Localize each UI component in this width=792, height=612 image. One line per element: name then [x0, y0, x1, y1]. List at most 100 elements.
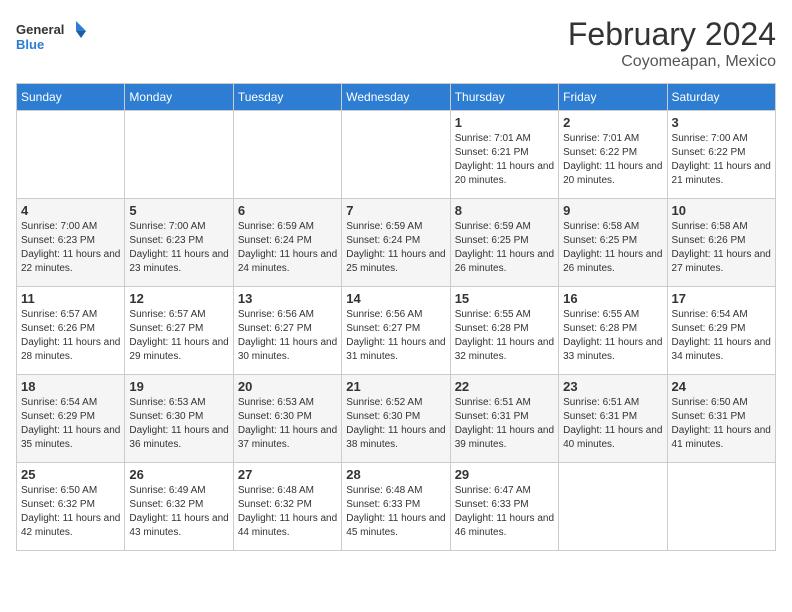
day-number: 16: [563, 291, 662, 306]
calendar-cell: 9 Sunrise: 6:58 AMSunset: 6:25 PMDaylight…: [559, 199, 667, 287]
calendar-cell: 6 Sunrise: 6:59 AMSunset: 6:24 PMDaylight…: [233, 199, 341, 287]
calendar-table: SundayMondayTuesdayWednesdayThursdayFrid…: [16, 83, 776, 551]
day-number: 11: [21, 291, 120, 306]
calendar-body: 1 Sunrise: 7:01 AMSunset: 6:21 PMDaylight…: [17, 111, 776, 551]
day-info: Sunrise: 7:00 AMSunset: 6:23 PMDaylight:…: [21, 220, 120, 276]
day-number: 18: [21, 379, 120, 394]
day-number: 27: [238, 467, 337, 482]
calendar-week-row: 18Sunrise: 6:54 AMSunset: 6:29 PMDayligh…: [17, 375, 776, 463]
day-number: 21: [346, 379, 445, 394]
header-cell-friday: Friday: [559, 84, 667, 111]
calendar-cell: 24 Sunrise: 6:50 AMSunset: 6:31 PMDayligh…: [667, 375, 775, 463]
calendar-cell: 7 Sunrise: 6:59 AMSunset: 6:24 PMDaylight…: [342, 199, 450, 287]
calendar-cell: 4 Sunrise: 7:00 AMSunset: 6:23 PMDaylight…: [17, 199, 125, 287]
day-number: 2: [563, 115, 662, 130]
calendar-week-row: 4 Sunrise: 7:00 AMSunset: 6:23 PMDaylight…: [17, 199, 776, 287]
day-info: Sunrise: 7:00 AMSunset: 6:23 PMDaylight:…: [129, 220, 228, 276]
day-number: 28: [346, 467, 445, 482]
day-info: Sunrise: 6:59 AMSunset: 6:25 PMDaylight:…: [455, 220, 554, 276]
header-cell-wednesday: Wednesday: [342, 84, 450, 111]
calendar-cell: 2Sunrise: 7:01 AMSunset: 6:22 PMDaylight…: [559, 111, 667, 199]
day-number: 26: [129, 467, 228, 482]
day-info: Sunrise: 6:49 AMSunset: 6:32 PMDaylight:…: [129, 484, 228, 540]
day-number: 8: [455, 203, 554, 218]
day-number: 19: [129, 379, 228, 394]
calendar-cell: [342, 111, 450, 199]
day-number: 1: [455, 115, 554, 130]
day-info: Sunrise: 6:59 AMSunset: 6:24 PMDaylight:…: [346, 220, 445, 276]
day-number: 15: [455, 291, 554, 306]
day-number: 6: [238, 203, 337, 218]
calendar-cell: 10 Sunrise: 6:58 AMSunset: 6:26 PMDayligh…: [667, 199, 775, 287]
calendar-cell: [17, 111, 125, 199]
day-info: Sunrise: 6:56 AMSunset: 6:27 PMDaylight:…: [238, 308, 337, 364]
calendar-week-row: 1 Sunrise: 7:01 AMSunset: 6:21 PMDaylight…: [17, 111, 776, 199]
calendar-cell: 14 Sunrise: 6:56 AMSunset: 6:27 PMDayligh…: [342, 287, 450, 375]
calendar-cell: 12 Sunrise: 6:57 AMSunset: 6:27 PMDayligh…: [125, 287, 233, 375]
day-info: Sunrise: 6:50 AMSunset: 6:32 PMDaylight:…: [21, 484, 120, 540]
day-info: Sunrise: 6:53 AMSunset: 6:30 PMDaylight:…: [129, 396, 228, 452]
day-number: 12: [129, 291, 228, 306]
logo: General Blue: [16, 16, 86, 56]
day-number: 9: [563, 203, 662, 218]
header-cell-monday: Monday: [125, 84, 233, 111]
day-info: Sunrise: 6:50 AMSunset: 6:31 PMDaylight:…: [672, 396, 771, 452]
svg-text:Blue: Blue: [16, 37, 44, 52]
calendar-cell: [559, 463, 667, 551]
calendar-cell: [233, 111, 341, 199]
header: General Blue February 2024 Coyomeapan, M…: [16, 16, 776, 71]
day-info: Sunrise: 6:57 AMSunset: 6:27 PMDaylight:…: [129, 308, 228, 364]
day-number: 5: [129, 203, 228, 218]
calendar-cell: 23Sunrise: 6:51 AMSunset: 6:31 PMDayligh…: [559, 375, 667, 463]
day-number: 7: [346, 203, 445, 218]
day-number: 23: [563, 379, 662, 394]
calendar-cell: 28Sunrise: 6:48 AMSunset: 6:33 PMDayligh…: [342, 463, 450, 551]
title-area: February 2024 Coyomeapan, Mexico: [568, 16, 776, 71]
calendar-cell: [125, 111, 233, 199]
calendar-cell: 15Sunrise: 6:55 AMSunset: 6:28 PMDayligh…: [450, 287, 558, 375]
logo-svg: General Blue: [16, 16, 86, 56]
month-title: February 2024: [568, 16, 776, 53]
day-number: 17: [672, 291, 771, 306]
day-info: Sunrise: 6:59 AMSunset: 6:24 PMDaylight:…: [238, 220, 337, 276]
calendar-cell: 29Sunrise: 6:47 AMSunset: 6:33 PMDayligh…: [450, 463, 558, 551]
calendar-cell: 17 Sunrise: 6:54 AMSunset: 6:29 PMDayligh…: [667, 287, 775, 375]
day-number: 3: [672, 115, 771, 130]
calendar-cell: 21 Sunrise: 6:52 AMSunset: 6:30 PMDayligh…: [342, 375, 450, 463]
day-info: Sunrise: 6:56 AMSunset: 6:27 PMDaylight:…: [346, 308, 445, 364]
svg-text:General: General: [16, 22, 64, 37]
day-number: 20: [238, 379, 337, 394]
day-number: 13: [238, 291, 337, 306]
day-number: 22: [455, 379, 554, 394]
day-number: 14: [346, 291, 445, 306]
day-info: Sunrise: 6:54 AMSunset: 6:29 PMDaylight:…: [672, 308, 771, 364]
calendar-week-row: 11 Sunrise: 6:57 AMSunset: 6:26 PMDayligh…: [17, 287, 776, 375]
header-cell-saturday: Saturday: [667, 84, 775, 111]
day-info: Sunrise: 6:53 AMSunset: 6:30 PMDaylight:…: [238, 396, 337, 452]
day-number: 10: [672, 203, 771, 218]
calendar-week-row: 25 Sunrise: 6:50 AMSunset: 6:32 PMDayligh…: [17, 463, 776, 551]
calendar-cell: 26 Sunrise: 6:49 AMSunset: 6:32 PMDayligh…: [125, 463, 233, 551]
calendar-cell: 18Sunrise: 6:54 AMSunset: 6:29 PMDayligh…: [17, 375, 125, 463]
day-info: Sunrise: 6:58 AMSunset: 6:25 PMDaylight:…: [563, 220, 662, 276]
calendar-cell: 13 Sunrise: 6:56 AMSunset: 6:27 PMDayligh…: [233, 287, 341, 375]
calendar-cell: 1 Sunrise: 7:01 AMSunset: 6:21 PMDaylight…: [450, 111, 558, 199]
header-cell-sunday: Sunday: [17, 84, 125, 111]
calendar-cell: 22 Sunrise: 6:51 AMSunset: 6:31 PMDayligh…: [450, 375, 558, 463]
day-info: Sunrise: 6:51 AMSunset: 6:31 PMDaylight:…: [455, 396, 554, 452]
calendar-cell: 20 Sunrise: 6:53 AMSunset: 6:30 PMDayligh…: [233, 375, 341, 463]
day-info: Sunrise: 6:58 AMSunset: 6:26 PMDaylight:…: [672, 220, 771, 276]
calendar-header-row: SundayMondayTuesdayWednesdayThursdayFrid…: [17, 84, 776, 111]
header-cell-tuesday: Tuesday: [233, 84, 341, 111]
calendar-cell: 19 Sunrise: 6:53 AMSunset: 6:30 PMDayligh…: [125, 375, 233, 463]
day-info: Sunrise: 7:01 AMSunset: 6:21 PMDaylight:…: [455, 132, 554, 188]
day-number: 25: [21, 467, 120, 482]
day-info: Sunrise: 6:52 AMSunset: 6:30 PMDaylight:…: [346, 396, 445, 452]
day-info: Sunrise: 6:47 AMSunset: 6:33 PMDaylight:…: [455, 484, 554, 540]
day-info: Sunrise: 6:57 AMSunset: 6:26 PMDaylight:…: [21, 308, 120, 364]
header-cell-thursday: Thursday: [450, 84, 558, 111]
calendar-cell: 25 Sunrise: 6:50 AMSunset: 6:32 PMDayligh…: [17, 463, 125, 551]
day-number: 24: [672, 379, 771, 394]
day-number: 4: [21, 203, 120, 218]
calendar-cell: 5 Sunrise: 7:00 AMSunset: 6:23 PMDaylight…: [125, 199, 233, 287]
